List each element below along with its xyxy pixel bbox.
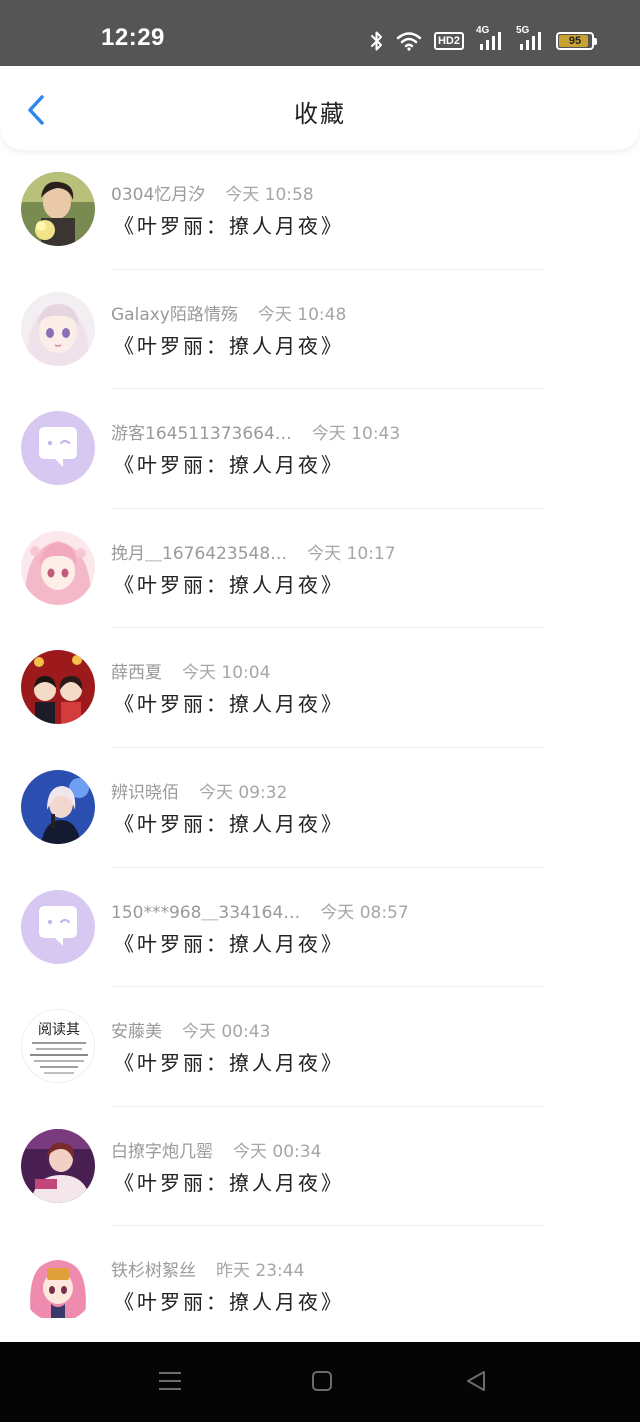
row-user-name: 150***968＿334164… <box>111 902 301 923</box>
back-nav-button[interactable] <box>461 1368 491 1398</box>
row-time: 今天 00:34 <box>233 1141 322 1162</box>
row-meta: 安藤美 今天 00:43 <box>111 1017 270 1042</box>
row-meta: 辨识晓佰 今天 09:32 <box>111 778 287 803</box>
avatar[interactable] <box>21 769 95 844</box>
row-story-title: 《叶罗丽：撩人月夜》 <box>114 453 344 478</box>
row-time: 今天 10:43 <box>311 424 401 445</box>
signal-4g-icon: 4G <box>476 26 504 52</box>
row-time: 今天 08:57 <box>320 902 409 923</box>
list-item[interactable]: 0304忆月汐 今天 10:58 《叶罗丽：撩人月夜》 <box>0 150 640 270</box>
home-button[interactable] <box>307 1368 337 1398</box>
row-user-name: 薛西夏 <box>111 663 162 684</box>
row-story-title: 《叶罗丽：撩人月夜》 <box>114 1051 344 1076</box>
row-meta: 挽月＿1676423548… 今天 10:17 <box>111 539 396 564</box>
avatar[interactable] <box>21 650 95 725</box>
row-time: 昨天 23:44 <box>216 1261 305 1282</box>
list-item[interactable]: 辨识晓佰 今天 09:32 《叶罗丽：撩人月夜》 <box>0 748 640 868</box>
avatar[interactable] <box>21 411 95 486</box>
row-time: 今天 09:32 <box>199 782 288 803</box>
header: 收藏 <box>0 66 640 150</box>
avatar[interactable] <box>21 291 95 366</box>
favorites-list: 0304忆月汐 今天 10:58 《叶罗丽：撩人月夜》 Galaxy陌路情殇 今… <box>0 150 640 1346</box>
signal-4g-label: 4G <box>476 25 490 36</box>
avatar[interactable] <box>21 530 95 605</box>
menu-icon <box>157 1369 183 1397</box>
row-story-title: 《叶罗丽：撩人月夜》 <box>114 333 344 358</box>
signal-5g-icon: 5G <box>516 26 544 52</box>
row-time: 今天 00:43 <box>182 1022 271 1043</box>
row-meta: 0304忆月汐 今天 10:58 <box>111 180 314 205</box>
list-item[interactable]: 挽月＿1676423548… 今天 10:17 《叶罗丽：撩人月夜》 <box>0 509 640 629</box>
list-item[interactable]: 铁杉树絮丝 昨天 23:44 《叶罗丽：撩人月夜》 <box>0 1226 640 1346</box>
row-user-name: 铁杉树絮丝 <box>111 1261 196 1282</box>
list-item[interactable]: Galaxy陌路情殇 今天 10:48 《叶罗丽：撩人月夜》 <box>0 270 640 390</box>
wifi-icon <box>396 31 422 51</box>
avatar[interactable] <box>21 172 95 246</box>
page-title: 收藏 <box>294 100 346 128</box>
list-item[interactable]: 游客164511373664… 今天 10:43 《叶罗丽：撩人月夜》 <box>0 389 640 509</box>
status-time: 12:29 <box>101 24 165 51</box>
battery-level: 95 <box>568 35 582 47</box>
avatar[interactable] <box>21 1248 95 1323</box>
row-story-title: 《叶罗丽：撩人月夜》 <box>114 1170 344 1195</box>
row-time: 今天 10:17 <box>307 543 396 564</box>
row-story-title: 《叶罗丽：撩人月夜》 <box>114 214 344 238</box>
signal-5g-label: 5G <box>516 25 530 36</box>
row-time: 今天 10:58 <box>225 185 314 205</box>
row-time: 今天 10:48 <box>257 304 347 325</box>
row-meta: Galaxy陌路情殇 今天 10:48 <box>111 300 346 325</box>
row-meta: 铁杉树絮丝 昨天 23:44 <box>111 1256 304 1281</box>
row-user-name: 挽月＿1676423548… <box>111 543 288 564</box>
list-item[interactable]: 阅读其 安藤美 今天 00:43 《叶罗丽：撩人月夜》 <box>0 987 640 1107</box>
row-meta: 白撩字炮几罂 今天 00:34 <box>111 1137 321 1162</box>
row-user-name: Galaxy陌路情殇 <box>111 304 238 325</box>
row-story-title: 《叶罗丽：撩人月夜》 <box>114 931 344 956</box>
list-item[interactable]: 白撩字炮几罂 今天 00:34 《叶罗丽：撩人月夜》 <box>0 1107 640 1227</box>
row-meta: 150***968＿334164… 今天 08:57 <box>111 898 409 923</box>
back-icon <box>464 1369 488 1397</box>
row-user-name: 辨识晓佰 <box>111 782 179 803</box>
avatar[interactable]: 阅读其 <box>21 1009 95 1084</box>
menu-button[interactable] <box>155 1368 185 1398</box>
row-story-title: 《叶罗丽：撩人月夜》 <box>114 1290 344 1315</box>
status-bar: 12:29 HD2 4G 5G 95 <box>0 0 640 66</box>
row-story-title: 《叶罗丽：撩人月夜》 <box>114 692 344 717</box>
list-item[interactable]: 150***968＿334164… 今天 08:57 《叶罗丽：撩人月夜》 <box>0 868 640 988</box>
status-icons: HD2 4G 5G 95 <box>370 26 597 54</box>
row-story-title: 《叶罗丽：撩人月夜》 <box>114 572 344 597</box>
row-user-name: 游客164511373664… <box>111 424 292 445</box>
row-meta: 薛西夏 今天 10:04 <box>111 658 270 683</box>
hd-icon: HD2 <box>433 32 464 50</box>
battery-icon: 95 <box>556 32 597 50</box>
system-nav-bar <box>0 1342 640 1422</box>
home-icon <box>310 1369 334 1397</box>
row-time: 今天 10:04 <box>182 663 271 684</box>
row-user-name: 白撩字炮几罂 <box>111 1141 213 1162</box>
bluetooth-icon <box>370 30 384 52</box>
row-user-name: 0304忆月汐 <box>111 185 206 205</box>
avatar-text: 阅读其 <box>38 1021 80 1038</box>
row-meta: 游客164511373664… 今天 10:43 <box>111 419 400 444</box>
avatar[interactable] <box>21 1128 95 1203</box>
row-story-title: 《叶罗丽：撩人月夜》 <box>114 811 344 836</box>
row-user-name: 安藤美 <box>111 1022 162 1043</box>
list-item[interactable]: 薛西夏 今天 10:04 《叶罗丽：撩人月夜》 <box>0 628 640 748</box>
avatar[interactable] <box>21 889 95 964</box>
